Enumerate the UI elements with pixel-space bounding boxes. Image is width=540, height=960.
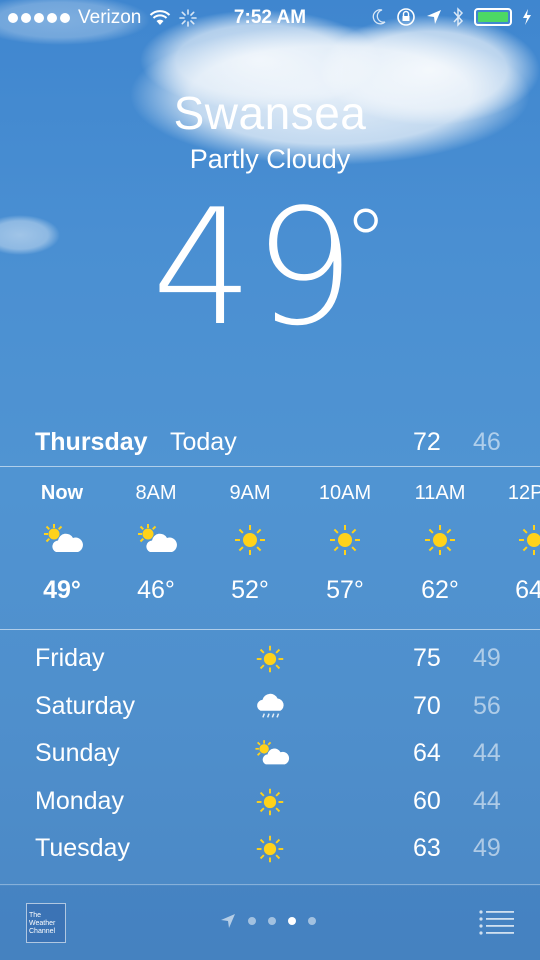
daily-low: 49 [473,834,501,862]
rotation-lock-icon [397,8,415,26]
moon-icon [372,9,386,25]
sun-icon [252,642,288,676]
hourly-temperature: 46° [137,576,175,604]
degree-symbol: ° [343,190,389,295]
hourly-item: Now 49° [22,470,102,605]
bluetooth-icon [453,7,464,27]
hourly-temperature: 52° [231,576,269,604]
city-name: Swansea [173,87,367,139]
hourly-forecast[interactable]: Now 49° 8AM 46° 9AM 52° 10AM 57° 11AM 62… [0,470,540,630]
daily-high: 75 [413,644,441,672]
hourly-time: 11AM [414,482,466,504]
hourly-item: 11AM 62° [400,470,480,605]
daily-high: 63 [413,834,441,862]
bottom-toolbar: The Weather Channel [0,886,540,960]
hourly-item: 12PM 64° [494,470,540,605]
sun-icon [210,522,290,562]
daily-forecast-list[interactable]: Friday 75 49 Saturday 70 56 Sunday 64 44… [0,638,540,876]
daily-day-name: Tuesday [35,834,130,862]
page-dot-active[interactable] [288,917,296,925]
battery-icon [474,8,512,26]
daily-row: Sunday 64 44 [0,733,540,781]
hourly-temperature: 49° [43,576,81,604]
sun-icon [494,522,540,562]
hourly-item: 8AM 46° [116,470,196,605]
divider [0,466,540,467]
divider [0,884,540,885]
divider [0,629,540,630]
today-low: 46 [473,428,501,456]
hourly-temperature: 57° [326,576,364,604]
weather-channel-logo[interactable]: The Weather Channel [26,903,66,943]
current-temperature-value: 49 [151,174,356,361]
current-condition: Partly Cloudy [189,144,351,174]
page-dot[interactable] [268,917,276,925]
today-day-name: Thursday [35,428,148,456]
partly-cloudy-icon [252,737,290,771]
daily-day-name: Monday [35,786,124,815]
location-arrow-icon [427,10,441,24]
today-summary-row: Thursday Today 72 46 [0,428,540,462]
daily-high: 60 [413,786,441,815]
hourly-time: 8AM [135,482,177,504]
hourly-time: 12PM [507,482,540,504]
rain-cloud-icon [252,690,288,724]
sun-icon [252,832,288,866]
charging-bolt-icon [523,9,531,25]
daily-low: 56 [473,691,501,720]
daily-row: Tuesday 63 49 [0,828,540,876]
hourly-item: 10AM 57° [305,470,385,605]
daily-high: 70 [413,691,441,720]
daily-high: 64 [413,739,441,767]
partly-cloudy-icon [22,522,102,562]
daily-low: 49 [473,644,501,672]
daily-low: 44 [473,739,501,767]
daily-day-name: Friday [35,644,105,672]
sun-icon [305,522,385,562]
daily-day-name: Sunday [35,739,120,767]
daily-low: 44 [473,786,501,815]
daily-row: Saturday 70 56 [0,686,540,734]
daily-day-name: Saturday [35,691,136,720]
sun-icon [252,785,288,819]
hourly-time: Now [40,482,84,504]
today-high: 72 [413,428,441,456]
daily-row: Friday 75 49 [0,638,540,686]
daily-row: Monday 60 44 [0,781,540,829]
hourly-temperature: 62° [421,576,459,604]
current-temperature: 49° [0,188,540,348]
hourly-time: 9AM [229,482,271,504]
hourly-item: 9AM 52° [210,470,290,605]
page-dot[interactable] [248,917,256,925]
sun-icon [400,522,480,562]
status-bar: Verizon 7:52 AM [0,0,540,38]
hourly-temperature: 64° [515,576,540,604]
location-arrow-icon [221,914,235,928]
today-label: Today [170,428,237,456]
hourly-time: 10AM [318,482,372,504]
page-indicator[interactable] [220,913,316,929]
partly-cloudy-icon [116,522,196,562]
page-dot[interactable] [308,917,316,925]
city-list-icon[interactable] [478,908,514,936]
